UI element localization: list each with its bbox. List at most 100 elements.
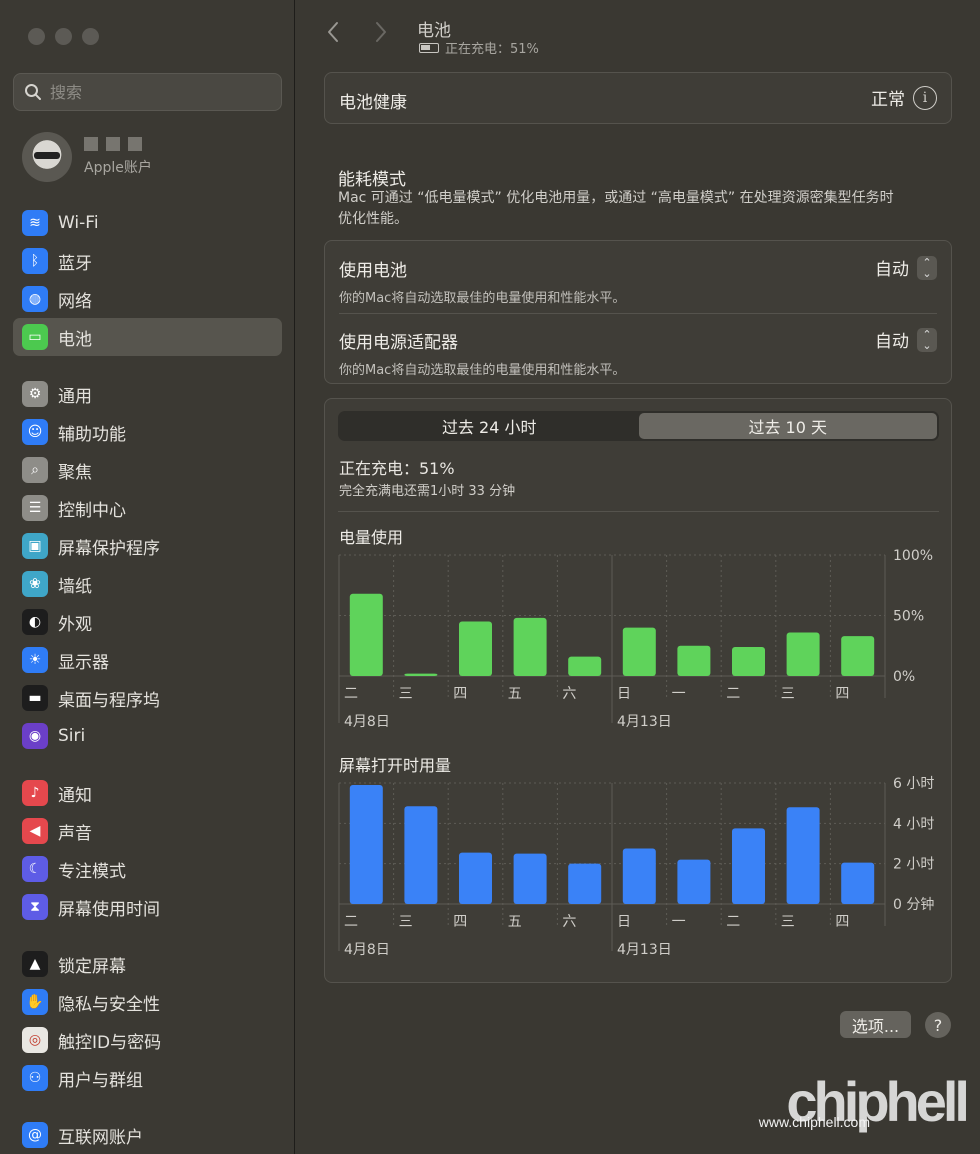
sidebar-item-users[interactable]: ⚇ 用户与群组 bbox=[13, 1059, 282, 1097]
sidebar-item-bluetooth[interactable]: ᛒ 蓝牙 bbox=[13, 242, 282, 280]
search-field[interactable] bbox=[13, 73, 282, 111]
x-tick-label: 三 bbox=[399, 686, 413, 702]
watermark: chiphell www.chiphell.com bbox=[759, 1074, 970, 1131]
battery-icon: ▭ bbox=[22, 324, 48, 350]
sidebar-item-control-center[interactable]: ☰ 控制中心 bbox=[13, 489, 282, 527]
sidebar-item-label: 触控ID与密码 bbox=[58, 1032, 162, 1053]
y-tick-label: 0 分钟 bbox=[893, 896, 934, 913]
sidebar-item-label: 网络 bbox=[58, 291, 92, 312]
chart-bar bbox=[459, 621, 492, 676]
wallpaper-icon: ❀ bbox=[22, 571, 48, 597]
sidebar-item-label: 聚焦 bbox=[58, 462, 92, 483]
bell-icon: ♪ bbox=[22, 780, 48, 806]
sidebar-item-display[interactable]: ☀ 显示器 bbox=[13, 641, 282, 679]
sidebar-item-siri[interactable]: ◉ Siri bbox=[13, 717, 282, 755]
energy-mode-card: 使用电池 你的Mac将自动选取最佳的电量使用和性能水平。 自动 ⌃ ⌄ 使用电源适… bbox=[324, 240, 952, 384]
updown-chevron-icon: ⌃ ⌄ bbox=[917, 255, 937, 280]
sidebar-item-moon[interactable]: ☾ 专注模式 bbox=[13, 850, 282, 888]
fingerprint-icon: ◎ bbox=[22, 1027, 48, 1053]
battery-health-label: 电池健康 bbox=[339, 93, 407, 113]
sidebar-item-label: 通用 bbox=[58, 386, 92, 407]
search-input[interactable] bbox=[50, 82, 270, 102]
sidebar-item-hand[interactable]: ✋ 隐私与安全性 bbox=[13, 983, 282, 1021]
sidebar-item-appearance[interactable]: ◐ 外观 bbox=[13, 603, 282, 641]
battery-mode-value: 自动 bbox=[875, 260, 909, 280]
sidebar-item-label: Wi-Fi bbox=[58, 213, 99, 233]
dock-icon: ▬ bbox=[22, 685, 48, 711]
screen-on-usage-chart: 屏幕打开时用量 6 小时 4 小时 2 小时 0 分钟二 三 四 五 六 日 一 二 三 四 4月8日 4月1… bbox=[338, 751, 952, 966]
toolbar: 电池 正在充电：51% bbox=[296, 0, 980, 64]
sidebar-item-gear[interactable]: ⚙ 通用 bbox=[13, 375, 282, 413]
zoom-window-button[interactable] bbox=[82, 28, 99, 45]
chart-bar bbox=[677, 645, 711, 676]
help-button[interactable]: ? bbox=[925, 1012, 951, 1038]
sidebar-item-accessibility[interactable]: ☺ 辅助功能 bbox=[13, 413, 282, 451]
sidebar-item-fingerprint[interactable]: ◎ 触控ID与密码 bbox=[13, 1021, 282, 1059]
chart-bar bbox=[677, 859, 711, 904]
sidebar-item-at[interactable]: @ 互联网账户 bbox=[13, 1116, 282, 1154]
sidebar-item-hourglass[interactable]: ⧗ 屏幕使用时间 bbox=[13, 888, 282, 926]
nav-group-gap bbox=[13, 356, 282, 375]
adapter-mode-desc: 你的Mac将自动选取最佳的电量使用和性能水平。 bbox=[339, 363, 626, 378]
battery-health-card: 电池健康 正常 i bbox=[324, 72, 952, 124]
sidebar-item-wallpaper[interactable]: ❀ 墙纸 bbox=[13, 565, 282, 603]
y-tick-label: 100% bbox=[893, 548, 933, 564]
sidebar-item-magnifier[interactable]: ⌕ 聚焦 bbox=[13, 451, 282, 489]
sidebar-item-label: 隐私与安全性 bbox=[58, 994, 160, 1015]
range-segmented-control: 过去 24 小时 过去 10 天 bbox=[338, 411, 939, 441]
account-row[interactable]: Apple账户 bbox=[22, 132, 152, 182]
y-tick-label: 0% bbox=[893, 669, 915, 685]
x-tick-label: 二 bbox=[344, 914, 358, 930]
battery-mode-select[interactable]: 自动 ⌃ ⌄ bbox=[875, 255, 937, 280]
avatar bbox=[22, 132, 72, 182]
chart-bar bbox=[568, 656, 602, 676]
energy-mode-title: 能耗模式 bbox=[338, 170, 406, 190]
chart-bar bbox=[786, 632, 820, 676]
close-window-button[interactable] bbox=[28, 28, 45, 45]
sidebar: Apple账户 ≋ Wi-Fi ᛒ 蓝牙 ◍ 网络 ▭ 电池 ⚙ 通用 ☺ 辅助功能 ⌕ 聚焦 ☰ 控制中心 ▣… bbox=[0, 0, 295, 1154]
moon-icon: ☾ bbox=[22, 856, 48, 882]
adapter-mode-label: 使用电源适配器 bbox=[339, 333, 458, 353]
options-button[interactable]: 选项... bbox=[840, 1011, 911, 1038]
magnifier-icon: ⌕ bbox=[22, 457, 48, 483]
x-tick-label: 五 bbox=[508, 914, 522, 930]
minimize-window-button[interactable] bbox=[55, 28, 72, 45]
forward-button[interactable] bbox=[374, 20, 388, 50]
wifi-icon: ≋ bbox=[22, 210, 48, 236]
tab-24-hours[interactable]: 过去 24 小时 bbox=[340, 413, 639, 439]
y-tick-label: 50% bbox=[893, 609, 924, 625]
sidebar-item-label: Siri bbox=[58, 726, 86, 746]
sidebar-item-screensaver[interactable]: ▣ 屏幕保护程序 bbox=[13, 527, 282, 565]
chart-bar bbox=[786, 807, 820, 904]
lock-icon: ▲ bbox=[22, 951, 48, 977]
updown-chevron-icon: ⌃ ⌄ bbox=[917, 327, 937, 352]
x-tick-label: 日 bbox=[617, 914, 631, 930]
back-button[interactable] bbox=[326, 20, 340, 50]
x-tick-label: 一 bbox=[672, 686, 686, 702]
chart-bar bbox=[732, 646, 765, 676]
sidebar-item-dock[interactable]: ▬ 桌面与程序坞 bbox=[13, 679, 282, 717]
sidebar-item-lock[interactable]: ▲ 锁定屏幕 bbox=[13, 945, 282, 983]
x-tick-label: 六 bbox=[562, 686, 576, 702]
chart-bar bbox=[841, 636, 875, 676]
sidebar-item-wifi[interactable]: ≋ Wi-Fi bbox=[13, 204, 282, 242]
chart-bar bbox=[622, 848, 656, 904]
tab-10-days[interactable]: 过去 10 天 bbox=[638, 413, 937, 439]
chart-title: 屏幕打开时用量 bbox=[339, 756, 451, 775]
info-icon[interactable]: i bbox=[913, 85, 937, 110]
adapter-mode-select[interactable]: 自动 ⌃ ⌄ bbox=[875, 327, 937, 352]
sidebar-item-speaker[interactable]: ◀ 声音 bbox=[13, 812, 282, 850]
x-tick-label: 四 bbox=[453, 686, 467, 702]
date-label: 4月8日 bbox=[344, 942, 390, 958]
chart-svg: 电量使用 100% 50% 0% 二 三 四 五 六 日 一 二 三 四 4月8日 4月13日 bbox=[338, 528, 933, 730]
x-tick-label: 日 bbox=[617, 686, 631, 702]
x-tick-label: 二 bbox=[726, 914, 740, 930]
sidebar-item-battery[interactable]: ▭ 电池 bbox=[13, 318, 282, 356]
search-icon bbox=[25, 84, 41, 100]
x-tick-label: 二 bbox=[726, 686, 740, 702]
sidebar-item-bell[interactable]: ♪ 通知 bbox=[13, 774, 282, 812]
adapter-mode-value: 自动 bbox=[875, 332, 909, 352]
sidebar-item-globe[interactable]: ◍ 网络 bbox=[13, 280, 282, 318]
hourglass-icon: ⧗ bbox=[22, 894, 48, 920]
x-tick-label: 四 bbox=[835, 914, 849, 930]
